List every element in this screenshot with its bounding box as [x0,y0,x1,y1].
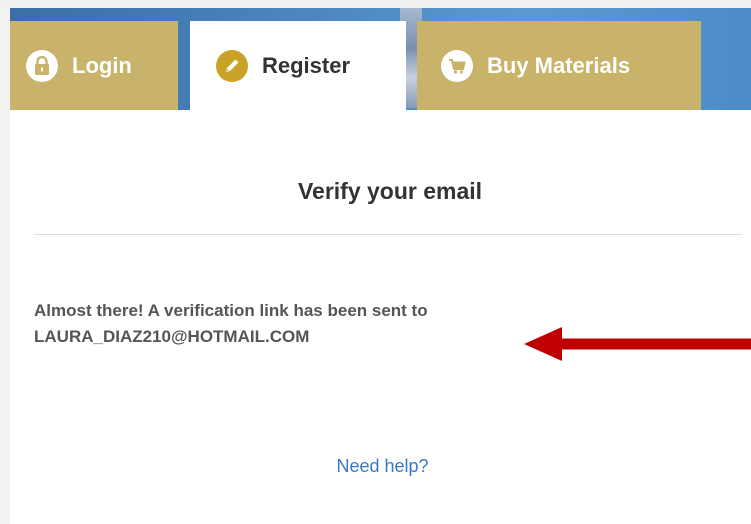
red-arrow-annotation [524,327,751,361]
divider [34,234,742,235]
page-frame: Login Register Buy Materials Verify your… [0,0,751,524]
tab-register-label: Register [262,52,351,78]
message-line: Almost there! A verification link has be… [34,301,428,320]
tab-register[interactable]: Register [190,21,406,110]
verify-panel: Verify your email Almost there! A verifi… [10,110,751,524]
lock-icon [26,49,58,82]
cart-icon [441,49,473,82]
page-title: Verify your email [297,178,483,204]
tab-login-label: Login [72,52,132,78]
tab-buy-materials-label: Buy Materials [487,52,631,78]
tab-login[interactable]: Login [10,21,178,110]
pencil-icon [216,49,248,82]
tab-buy-materials[interactable]: Buy Materials [417,21,701,110]
header-strip [0,0,751,8]
need-help-link[interactable]: Need help? [10,456,751,477]
